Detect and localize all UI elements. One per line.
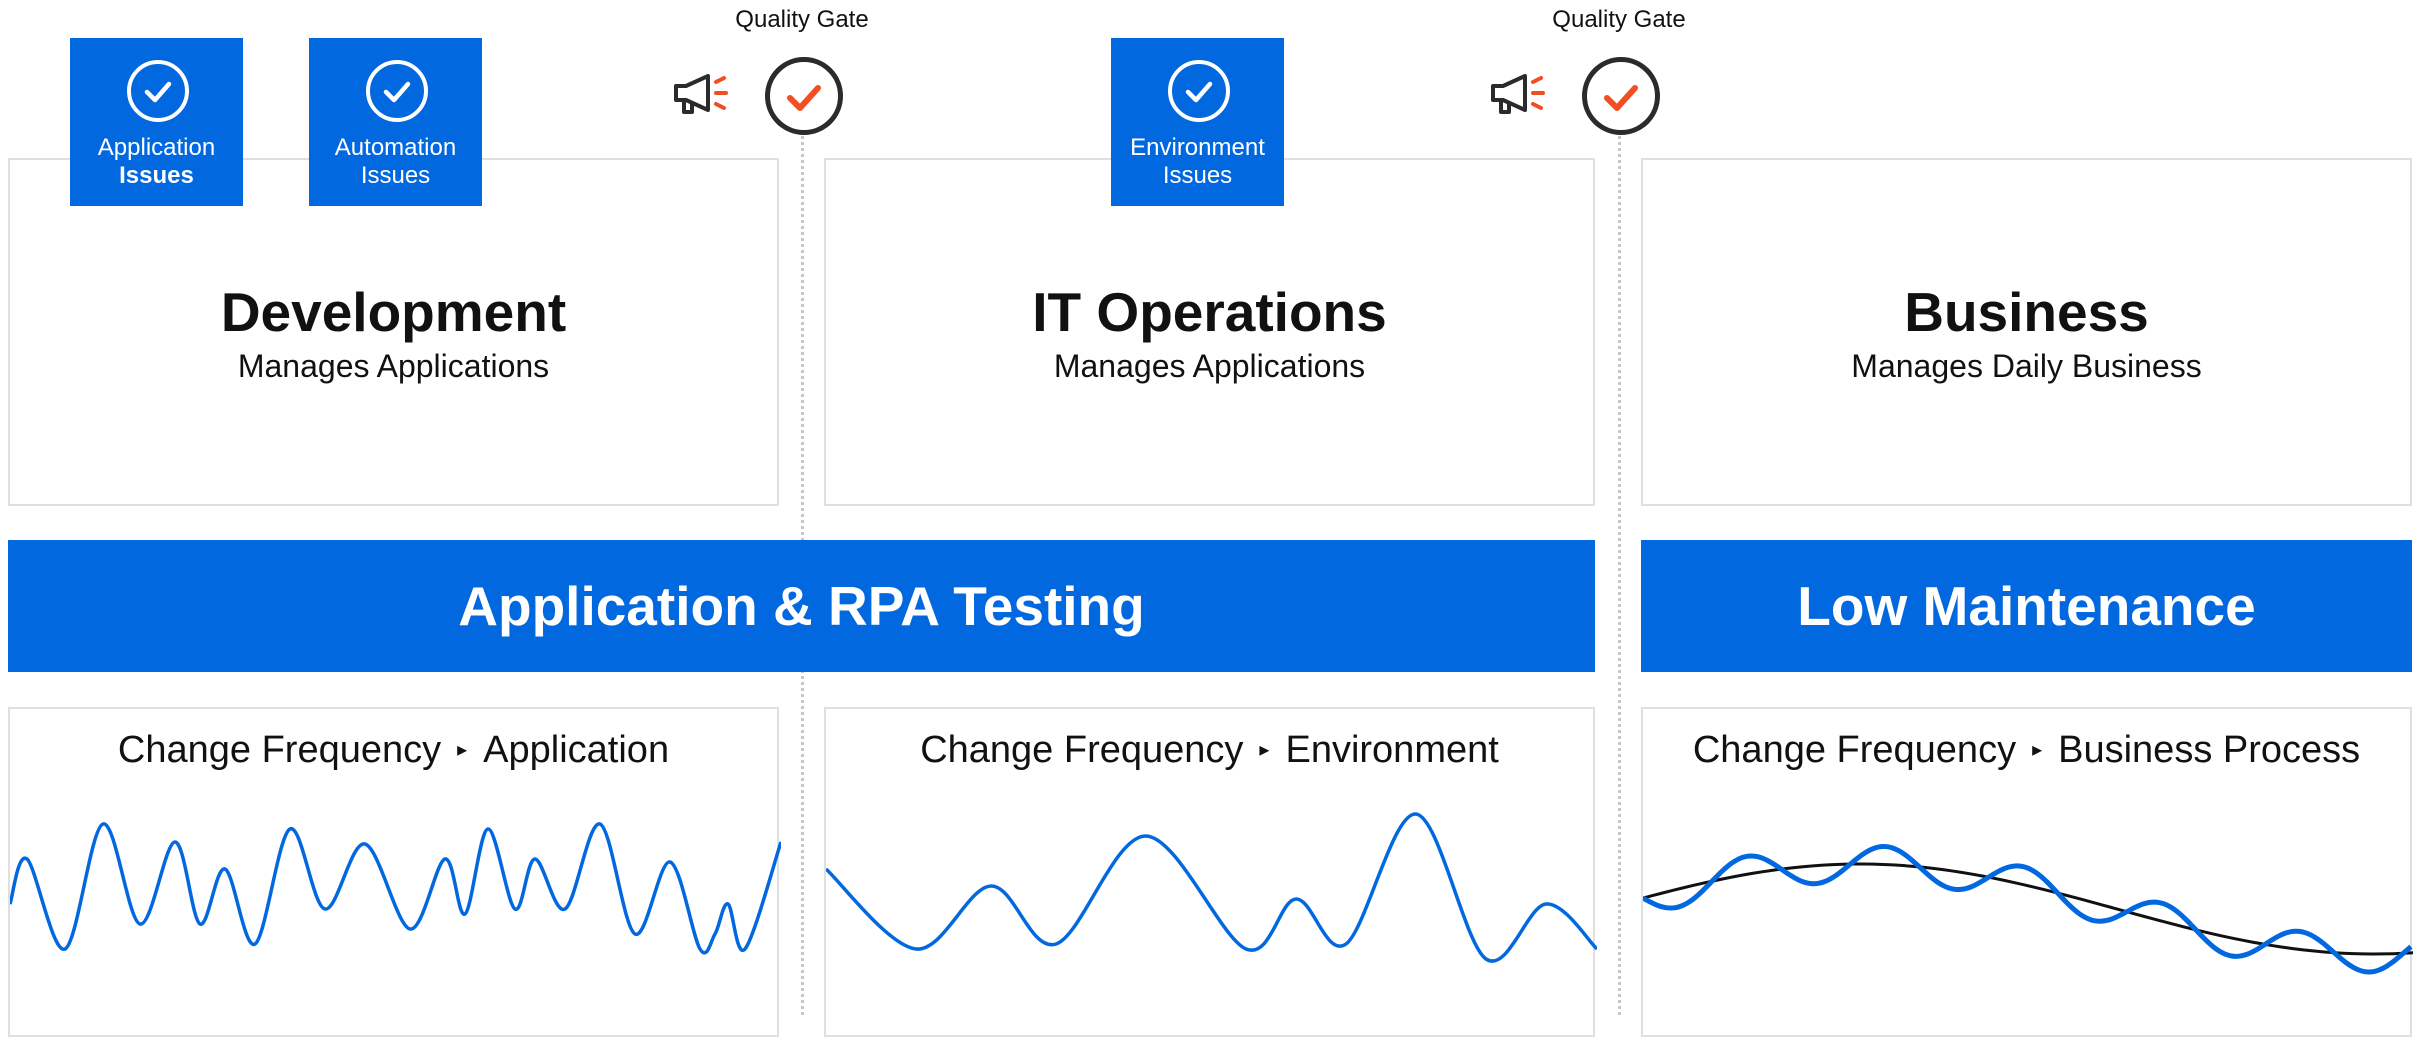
frequency-prefix: Change Frequency [920, 729, 1244, 771]
change-frequency-wave [1643, 843, 2414, 975]
quality-gate-label-2: Quality Gate [1552, 6, 1686, 33]
tile-label-line2: Issues [1162, 162, 1233, 189]
business-subtitle: Manages Daily Business [1851, 348, 2202, 384]
business-card: Business Manages Daily Business [1641, 158, 2412, 506]
change-frequency-wave [826, 812, 1597, 963]
megaphone-icon [1491, 74, 1545, 114]
environment-frequency-panel: Change Frequency ▸ Environment [824, 707, 1597, 1037]
it-operations-card: IT Operations Manages Applications [824, 158, 1595, 506]
frequency-heading: Change Frequency ▸ Business Process [1643, 729, 2410, 772]
business-title: Business [1904, 281, 2149, 343]
development-card: Development Manages Applications [8, 158, 779, 506]
tile-label-line1: Application [97, 134, 216, 161]
quality-gate-label-1: Quality Gate [735, 6, 869, 33]
frequency-target: Application [483, 729, 670, 771]
frequency-heading: Change Frequency ▸ Environment [826, 729, 1593, 772]
megaphone-icon [674, 74, 728, 114]
check-circle-icon [366, 60, 428, 122]
tile-label-line2: Issues [360, 162, 431, 189]
application-rpa-testing-banner: Application & RPA Testing [8, 540, 1595, 672]
business-process-frequency-panel: Change Frequency ▸ Business Process [1641, 707, 2414, 1037]
frequency-prefix: Change Frequency [1692, 729, 2017, 771]
automation-issues-tile: Automation Issues [309, 38, 482, 206]
development-subtitle: Manages Applications [237, 348, 550, 384]
change-frequency-wave [10, 822, 781, 955]
arrow-right-icon: ▸ [1259, 739, 1270, 761]
quality-gate-check-icon [1582, 57, 1660, 135]
frequency-prefix: Change Frequency [117, 729, 442, 771]
frequency-target: Environment [1285, 729, 1499, 771]
it-operations-subtitle: Manages Applications [1053, 348, 1366, 384]
arrow-right-icon: ▸ [2032, 739, 2043, 761]
tile-label-line1: Automation [334, 134, 457, 161]
tile-label-line2: Issues [119, 162, 194, 189]
development-title: Development [220, 281, 567, 343]
low-maintenance-banner: Low Maintenance [1641, 540, 2412, 672]
quality-gate-divider-2 [1618, 130, 1621, 1015]
application-issues-tile: Application Issues [70, 38, 243, 206]
it-operations-title: IT Operations [1032, 281, 1387, 343]
frequency-heading: Change Frequency ▸ Application [10, 729, 777, 772]
arrow-right-icon: ▸ [457, 739, 468, 761]
tile-label-line1: Environment [1130, 134, 1265, 161]
frequency-target: Business Process [2058, 729, 2361, 771]
quality-gate-check-icon [765, 57, 843, 135]
check-circle-icon [127, 60, 189, 122]
application-frequency-panel: Change Frequency ▸ Application [8, 707, 781, 1037]
environment-issues-tile: Environment Issues [1111, 38, 1284, 206]
check-circle-icon [1168, 60, 1230, 122]
